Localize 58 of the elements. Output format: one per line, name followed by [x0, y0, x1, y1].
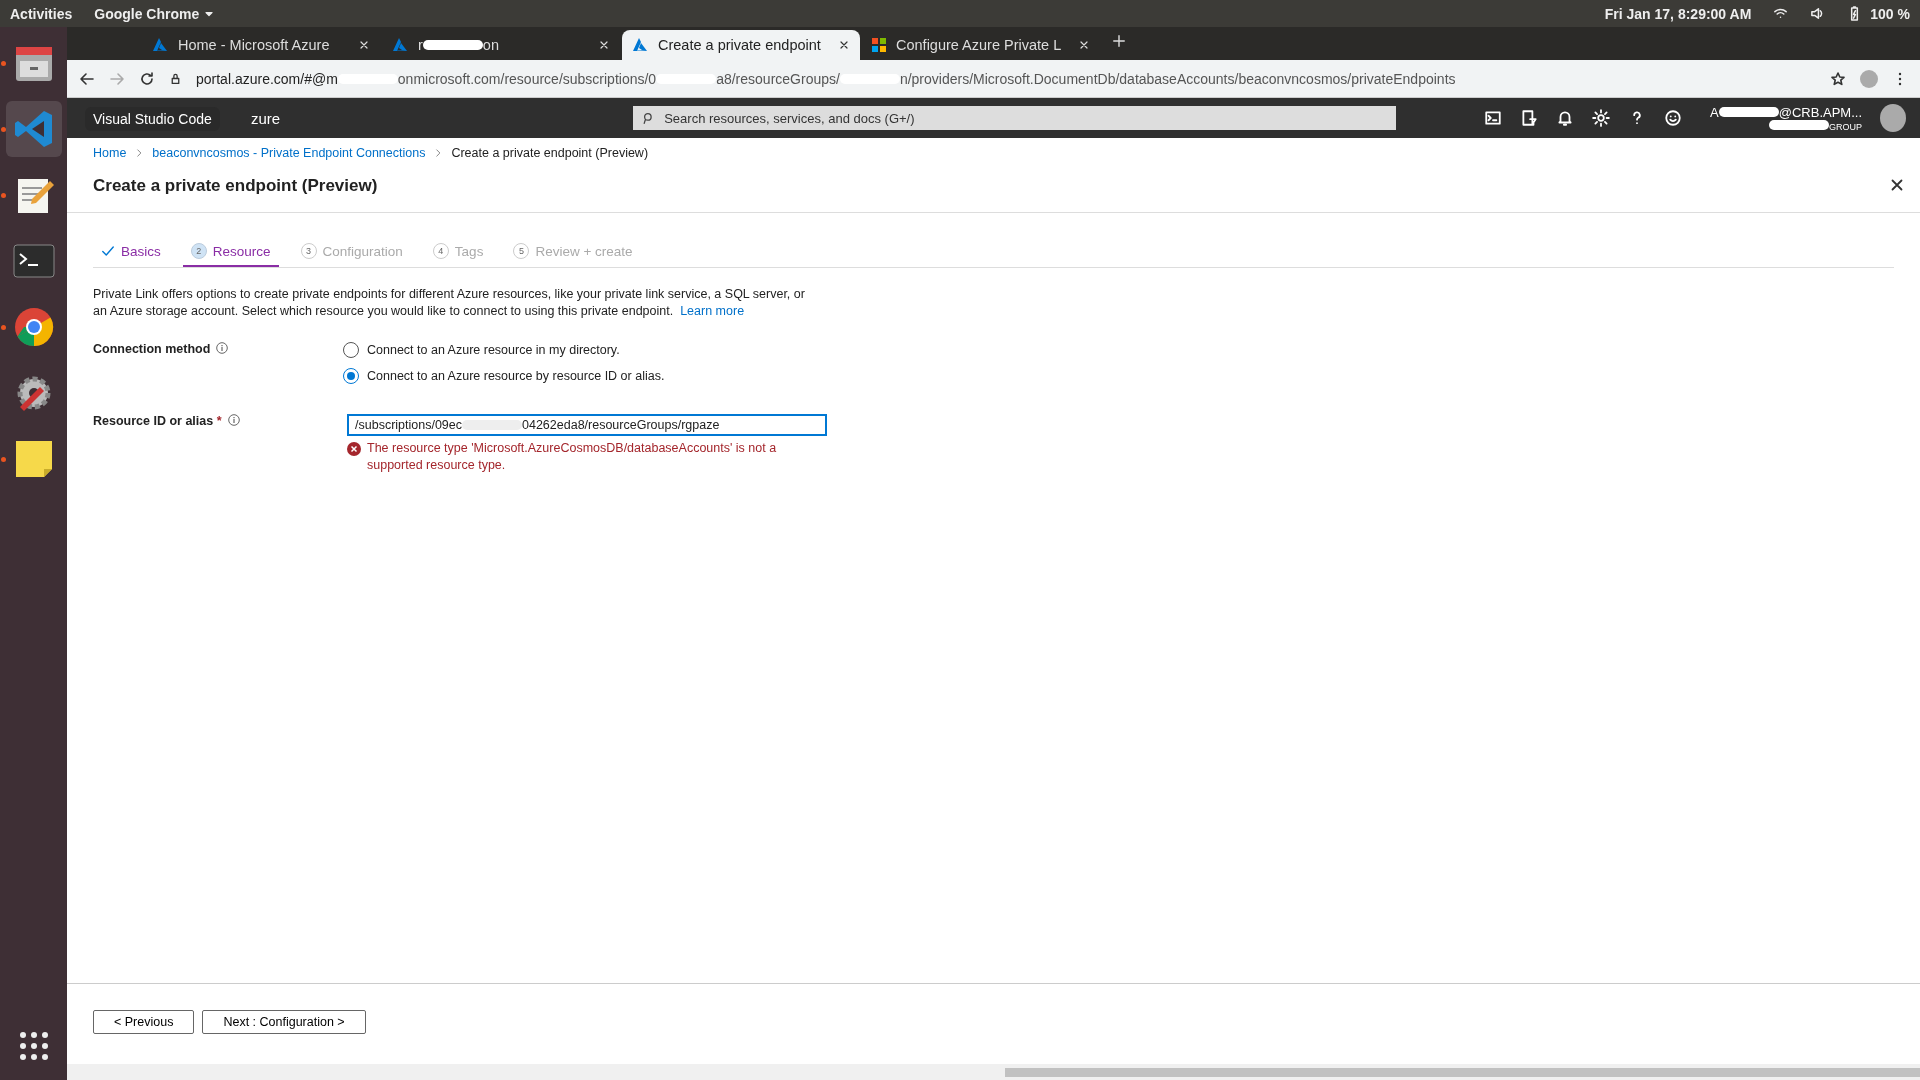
info-icon[interactable]: [227, 414, 240, 426]
scrollbar-thumb[interactable]: [1005, 1067, 1920, 1077]
wizard-tab[interactable]: 5 Review + create: [505, 239, 641, 267]
azure-logo-icon: [392, 38, 408, 52]
close-icon[interactable]: [838, 39, 850, 51]
star-icon[interactable]: [1830, 70, 1846, 87]
user-name[interactable]: A @CRB.APM...: [1710, 104, 1862, 120]
app-menu[interactable]: Google Chrome: [94, 5, 216, 22]
wizard-tab[interactable]: 3 Configuration: [292, 239, 411, 267]
wifi-icon[interactable]: [1773, 6, 1789, 21]
app-grid-icon[interactable]: [17, 1030, 50, 1062]
field-label: Resource ID or alias *: [93, 414, 222, 428]
wizard-tab[interactable]: Basics: [93, 239, 169, 267]
error-icon: [347, 442, 361, 456]
close-icon[interactable]: [358, 39, 370, 51]
wizard-tab[interactable]: 2 Resource: [182, 239, 279, 267]
breadcrumb-link[interactable]: Home: [93, 146, 127, 160]
browser-tab[interactable]: Create a private endpoint: [622, 30, 860, 60]
page-title: Create a private endpoint (Preview): [93, 176, 378, 195]
radio-option[interactable]: Connect to an Azure resource in my directory.: [343, 342, 665, 358]
input-field[interactable]: /subscriptions/09ec 04262eda8/resourceGroups/rgpaze: [347, 414, 827, 436]
error-message: The resource type 'Microsoft.AzureCosmosDB/databaseAccounts' is not a supported resource type.: [367, 440, 778, 474]
breadcrumb-link[interactable]: beaconvncosmos - Private Endpoint Connections: [152, 146, 426, 160]
search-field[interactable]: Search resources, services, and docs (G+/): [633, 106, 1397, 130]
radio-option[interactable]: Connect to an Azure resource by resource ID or alias.: [343, 368, 665, 384]
azure-logo-icon: [632, 38, 648, 52]
smiley-icon[interactable]: [1664, 109, 1683, 127]
clock[interactable]: Fri Jan 17, 8:29:00 AM: [1604, 5, 1752, 22]
check-icon: [101, 244, 115, 258]
terminal-icon[interactable]: [1484, 109, 1503, 127]
battery-status[interactable]: 100 %: [1870, 5, 1910, 22]
wizard-tab[interactable]: 4 Tags: [424, 239, 492, 267]
info-icon[interactable]: [216, 342, 229, 354]
tooltip: Visual Studio Code: [85, 107, 220, 131]
azure-logo-icon: [152, 38, 168, 52]
field-label: Connection method: [93, 342, 211, 356]
browser-tab[interactable]: Home - Microsoft Azure: [142, 30, 380, 60]
filter-icon[interactable]: [1520, 109, 1539, 127]
close-icon[interactable]: [1078, 39, 1090, 51]
windows-logo-icon: [872, 38, 886, 52]
lock-icon[interactable]: [169, 72, 182, 85]
new-tab-icon[interactable]: [1112, 34, 1126, 48]
close-icon[interactable]: [598, 39, 610, 51]
reload-icon[interactable]: [139, 70, 155, 87]
activities-button[interactable]: Activities: [10, 5, 73, 22]
back-icon[interactable]: [79, 70, 95, 87]
breadcrumb-current: Create a private endpoint (Preview): [451, 146, 649, 160]
settings-icon[interactable]: [1592, 109, 1611, 127]
portal-brand[interactable]: zure: [251, 109, 281, 127]
description-text: Private Link offers options to create private endpoints for different Azure resources, like your private link service, a SQL server, or an Azure storage account. Select which resource you would like to connect to using this private endpoint. Learn more: [93, 286, 806, 320]
browser-tab[interactable]: r on: [382, 30, 620, 60]
directory-name: GROUP: [1769, 119, 1862, 132]
learn-more-link[interactable]: Learn more: [680, 304, 745, 318]
user-avatar[interactable]: [1880, 104, 1906, 132]
browser-tab[interactable]: Configure Azure Private L: [862, 30, 1100, 60]
next-button[interactable]: Next : Configuration >: [202, 1010, 366, 1034]
bell-icon[interactable]: [1556, 109, 1575, 127]
previous-button[interactable]: < Previous: [93, 1010, 195, 1034]
